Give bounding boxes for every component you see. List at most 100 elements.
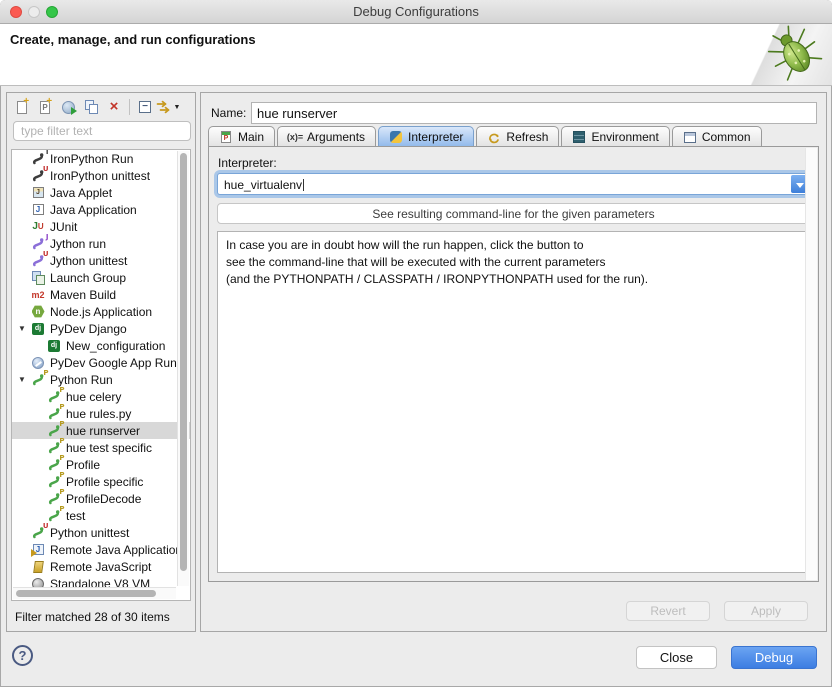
python-icon: P — [46, 491, 62, 506]
see-command-line-button[interactable]: See resulting command-line for the given… — [217, 203, 810, 224]
name-row: Name: — [211, 102, 817, 124]
chevron-down-icon: ▼ — [174, 104, 181, 111]
tree-item-python-unittest[interactable]: UPython unittest — [12, 524, 190, 541]
jython-icon: J — [30, 236, 46, 251]
filter-input[interactable] — [13, 121, 191, 141]
common-tab-icon — [683, 131, 697, 144]
header-banner: Create, manage, and run configurations — [0, 24, 832, 86]
interpreter-tab-content: Interpreter: hue_virtualenv See resultin… — [208, 146, 819, 582]
run-info-text: In case you are in doubt how will the ru… — [217, 231, 810, 573]
revert-apply-row: Revert Apply — [626, 601, 808, 621]
tree-item-test[interactable]: Ptest — [12, 507, 190, 524]
tree-item-label: hue runserver — [66, 424, 140, 438]
tree-item-ironpython-run[interactable]: IIronPython Run — [12, 150, 190, 167]
tab-refresh[interactable]: Refresh — [476, 126, 559, 147]
tree-item-label: Maven Build — [50, 288, 116, 302]
tree-item-jython-unittest[interactable]: UJython unittest — [12, 252, 190, 269]
tree-item-label: Launch Group — [50, 271, 126, 285]
apply-button[interactable]: Apply — [724, 601, 808, 621]
tree-item-label: JUnit — [50, 220, 77, 234]
dialog-button-bar: ? Close Debug — [0, 632, 832, 687]
tree-item-label: Remote Java Application — [50, 543, 182, 557]
delete-launch-configuration-button[interactable]: × — [104, 98, 124, 116]
tree-item-remote-java-application[interactable]: JRemote Java Application — [12, 541, 190, 558]
config-detail-panel: Name: PMain(x)=ArgumentsInterpreterRefre… — [200, 92, 827, 632]
name-input[interactable] — [251, 102, 817, 124]
info-scrollbar[interactable] — [805, 148, 817, 580]
tree-item-hue-test-specific[interactable]: Phue test specific — [12, 439, 190, 456]
filter-launch-configurations-button[interactable]: ▼ — [158, 98, 178, 116]
page-title: Create, manage, and run configurations — [10, 32, 256, 47]
tree-item-remote-javascript[interactable]: Remote JavaScript — [12, 558, 190, 575]
export-launch-configurations-button[interactable] — [58, 98, 78, 116]
debug-configurations-dialog: Debug Configurations Create, manage, and… — [0, 0, 832, 687]
tab-interpreter[interactable]: Interpreter — [378, 126, 474, 147]
tab-label: Environment — [591, 130, 658, 144]
config-tabs: PMain(x)=ArgumentsInterpreterRefresh Envi… — [208, 126, 819, 147]
python-icon: P — [46, 389, 62, 404]
tab-label: Main — [238, 130, 264, 144]
close-button[interactable]: Close — [636, 646, 717, 669]
java-applet-icon: J — [30, 185, 46, 200]
tree-item-new-configuration[interactable]: djNew_configuration — [12, 337, 190, 354]
tree-item-maven-build[interactable]: m2Maven Build — [12, 286, 190, 303]
name-label: Name: — [211, 106, 246, 120]
delete-icon: × — [110, 100, 119, 114]
python-icon: P — [46, 474, 62, 489]
interpreter-combo[interactable]: hue_virtualenv — [217, 173, 810, 195]
tab-label: Arguments — [307, 130, 365, 144]
tree-item-label: test — [66, 509, 85, 523]
tree-item-ironpython-unittest[interactable]: UIronPython unittest — [12, 167, 190, 184]
tree-item-hue-rules-py[interactable]: Phue rules.py — [12, 405, 190, 422]
tab-main[interactable]: PMain — [208, 126, 275, 147]
interpreter-value: hue_virtualenv — [224, 178, 302, 192]
environment-tab-icon — [572, 131, 586, 144]
tree-item-label: New_configuration — [66, 339, 165, 353]
tree-item-java-applet[interactable]: JJava Applet — [12, 184, 190, 201]
title-bar: Debug Configurations — [0, 0, 832, 24]
tree-item-label: Jython run — [50, 237, 106, 251]
debug-button[interactable]: Debug — [731, 646, 817, 669]
tab-arguments[interactable]: (x)=Arguments — [277, 126, 376, 147]
tree-item-label: Python unittest — [50, 526, 129, 540]
tree-item-label: Remote JavaScript — [50, 560, 151, 574]
tree-item-pydev-django[interactable]: ▼djPyDev Django — [12, 320, 190, 337]
new-launch-configuration-button[interactable]: + — [12, 98, 32, 116]
tree-item-jython-run[interactable]: J Jython run — [12, 235, 190, 252]
new-launch-prototype-button[interactable]: P+ — [35, 98, 55, 116]
tree-item-hue-runserver[interactable]: Phue runserver — [12, 422, 190, 439]
tree-item-node-js-application[interactable]: nNode.js Application — [12, 303, 190, 320]
tab-label: Common — [702, 130, 751, 144]
revert-button[interactable]: Revert — [626, 601, 710, 621]
tree-item-python-run[interactable]: ▼ PPython Run — [12, 371, 190, 388]
tree-item-junit[interactable]: JU JUnit — [12, 218, 190, 235]
tree-item-pydev-google-app-run[interactable]: PyDev Google App Run — [12, 354, 190, 371]
refresh-tab-icon — [487, 131, 501, 144]
jython-unittest-icon: U — [30, 253, 46, 268]
tree-item-label: Python Run — [50, 373, 113, 387]
tree-item-profiledecode[interactable]: PProfileDecode — [12, 490, 190, 507]
junit-icon: JU — [30, 219, 46, 234]
expand-arrow-icon[interactable]: ▼ — [18, 375, 30, 384]
tree-item-label: PyDev Google App Run — [50, 356, 177, 370]
tab-common[interactable]: Common — [672, 126, 762, 147]
tree-vertical-scrollbar[interactable] — [177, 151, 189, 586]
tree-item-hue-celery[interactable]: Phue celery — [12, 388, 190, 405]
tree-item-launch-group[interactable]: Launch Group — [12, 269, 190, 286]
expand-arrow-icon[interactable]: ▼ — [18, 324, 30, 333]
duplicate-icon — [84, 100, 99, 114]
collapse-all-button[interactable]: − — [135, 98, 155, 116]
duplicate-launch-configuration-button[interactable] — [81, 98, 101, 116]
help-button[interactable]: ? — [12, 645, 33, 666]
tree-item-label: Node.js Application — [50, 305, 152, 319]
tab-environment[interactable]: Environment — [561, 126, 669, 147]
tree-item-label: Profile specific — [66, 475, 143, 489]
interpreter-label: Interpreter: — [218, 156, 277, 170]
tree-item-profile-specific[interactable]: P Profile specific — [12, 473, 190, 490]
tree-item-profile[interactable]: PProfile — [12, 456, 190, 473]
tree-item-java-application[interactable]: JJava Application — [12, 201, 190, 218]
remote-js-icon — [30, 559, 46, 574]
text-caret — [303, 179, 304, 191]
tree-horizontal-scrollbar[interactable] — [13, 587, 176, 599]
filter-status: Filter matched 28 of 30 items — [15, 610, 170, 624]
